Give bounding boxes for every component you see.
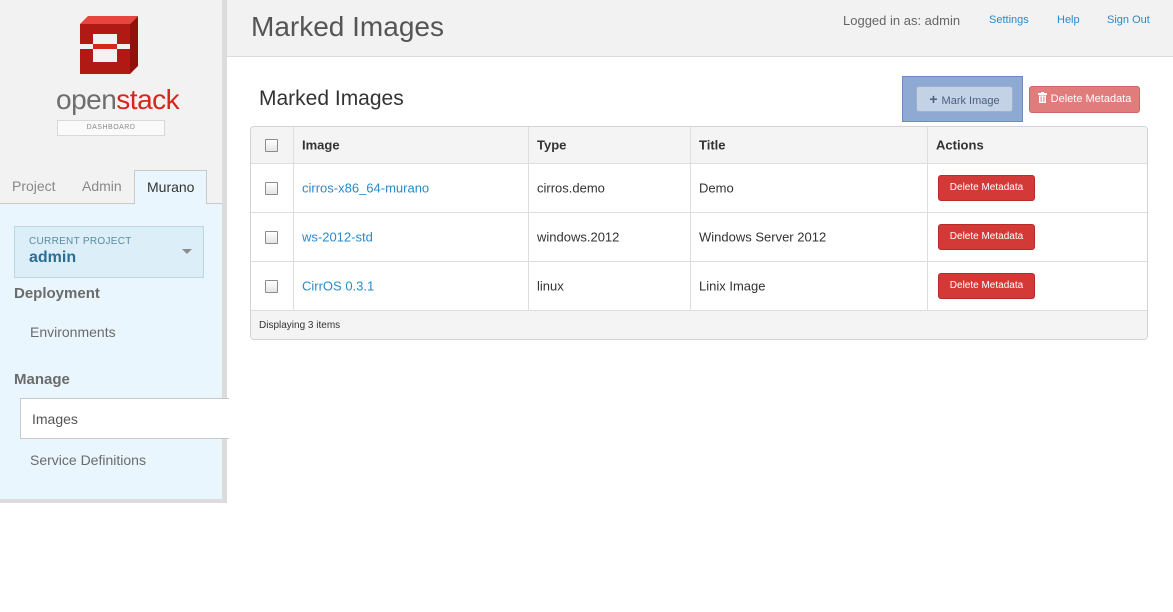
row-delete-metadata-button[interactable]: Delete Metadata [938, 273, 1035, 299]
table-row: ws-2012-std windows.2012 Windows Server … [251, 213, 1147, 262]
brand-subtitle: DASHBOARD [57, 120, 165, 136]
logo[interactable]: openstack DASHBOARD [0, 0, 222, 170]
page-title: Marked Images [251, 11, 444, 42]
nav-heading-manage: Manage [14, 371, 70, 388]
row-checkbox[interactable] [265, 280, 278, 293]
tab-murano[interactable]: Murano [134, 170, 208, 205]
current-project-label: CURRENT PROJECT [29, 236, 132, 247]
table-row: cirros-x86_64-murano cirros.demo Demo De… [251, 164, 1147, 213]
table-header-row: Image Type Title Actions [251, 127, 1147, 164]
current-project-value: admin [29, 249, 77, 266]
plus-icon: + [929, 91, 938, 107]
delete-metadata-label: Delete Metadata [1050, 93, 1132, 105]
select-all-checkbox[interactable] [265, 139, 278, 152]
tab-project[interactable]: Project [0, 170, 68, 203]
column-header-title[interactable]: Title [690, 127, 927, 163]
image-title: Demo [699, 180, 734, 196]
row-checkbox[interactable] [265, 231, 278, 244]
sidebar-item-label: Images [32, 411, 78, 427]
image-type: windows.2012 [537, 229, 620, 245]
column-header-type[interactable]: Type [528, 127, 690, 163]
image-type: linux [537, 278, 564, 294]
row-checkbox[interactable] [265, 182, 278, 195]
page-header: Marked Images Logged in as: admin Settin… [227, 0, 1173, 57]
select-all-cell [251, 127, 293, 163]
dashboard-tabs: Project Admin Murano [0, 170, 222, 205]
openstack-logo-icon [80, 16, 138, 74]
image-link[interactable]: CirrOS 0.3.1 [302, 279, 374, 294]
row-delete-metadata-button[interactable]: Delete Metadata [938, 224, 1035, 250]
caret-down-icon [182, 249, 192, 254]
image-link[interactable]: cirros-x86_64-murano [302, 181, 429, 196]
table-row: CirrOS 0.3.1 linux Linix Image Delete Me… [251, 262, 1147, 311]
column-header-actions: Actions [927, 127, 1147, 163]
image-title: Windows Server 2012 [699, 229, 827, 245]
sign-out-link[interactable]: Sign Out [1107, 14, 1150, 26]
project-switcher[interactable]: CURRENT PROJECT admin [14, 226, 204, 278]
image-link[interactable]: ws-2012-std [302, 230, 373, 245]
row-delete-metadata-button[interactable]: Delete Metadata [938, 175, 1035, 201]
sidebar-item-environments[interactable]: Environments [30, 324, 116, 340]
item-count: Displaying 3 items [259, 320, 341, 331]
trash-icon [1037, 92, 1047, 103]
settings-link[interactable]: Settings [989, 14, 1029, 26]
logged-in-text: Logged in as: admin [843, 13, 961, 28]
table-footer: Displaying 3 items [251, 311, 1147, 339]
column-header-image[interactable]: Image [293, 127, 528, 163]
sidebar-item-service-definitions[interactable]: Service Definitions [30, 452, 146, 468]
tab-admin[interactable]: Admin [70, 170, 134, 203]
nav-heading-deployment: Deployment [14, 285, 100, 302]
mark-image-button[interactable]: + Mark Image [916, 86, 1013, 112]
delete-metadata-button[interactable]: Delete Metadata [1029, 86, 1140, 113]
section-title: Marked Images [259, 87, 404, 110]
image-title: Linix Image [699, 278, 766, 294]
sidebar-item-images[interactable]: Images [20, 398, 229, 439]
sidebar: openstack DASHBOARD Project Admin Murano… [0, 0, 229, 503]
brand-name: openstack [56, 84, 180, 115]
mark-image-label: Mark Image [941, 95, 1000, 107]
nav-panel: CURRENT PROJECT admin Deployment Environ… [0, 204, 229, 499]
image-type: cirros.demo [537, 180, 605, 196]
images-table: Image Type Title Actions cirros-x86_64-m… [250, 126, 1148, 340]
help-link[interactable]: Help [1057, 14, 1080, 26]
